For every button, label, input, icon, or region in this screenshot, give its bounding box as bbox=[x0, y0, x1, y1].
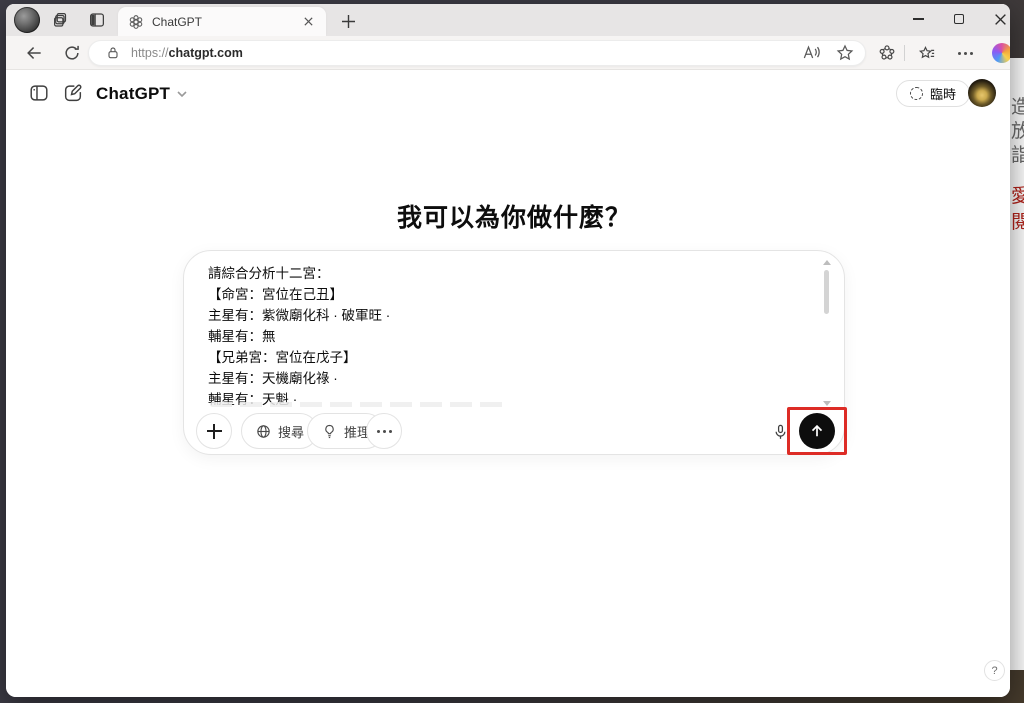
chatgpt-page: ChatGPT 臨時 我可以為你做什麼？ 請綜合分析十二宮：【命宮：宮位在己丑】… bbox=[6, 70, 1010, 697]
composer-input[interactable]: 請綜合分析十二宮：【命宮：宮位在己丑】主星有：紫微廟化科 · 破軍旺 ·輔星有：… bbox=[208, 263, 800, 410]
brand-label: ChatGPT bbox=[96, 84, 170, 104]
titlebar-profile-avatar[interactable] bbox=[14, 7, 40, 33]
minimize-icon bbox=[913, 18, 924, 19]
vertical-tabs-icon[interactable] bbox=[88, 11, 106, 29]
user-avatar[interactable] bbox=[968, 79, 996, 107]
copilot-icon[interactable] bbox=[992, 43, 1010, 63]
composer-text-line: 主星有：紫微廟化科 · 破軍旺 · bbox=[208, 305, 800, 326]
browser-tab-chatgpt[interactable]: ChatGPT bbox=[118, 7, 326, 36]
search-tool-label: 搜尋 bbox=[278, 422, 304, 441]
browser-toolbar: https://chatgpt.com bbox=[6, 36, 1010, 70]
read-aloud-icon[interactable] bbox=[801, 43, 821, 63]
window-close-button[interactable] bbox=[990, 4, 1010, 34]
chatgpt-favicon-icon bbox=[128, 14, 144, 30]
toolbar-divider bbox=[904, 45, 905, 61]
attach-button[interactable] bbox=[196, 413, 232, 449]
composer-text-line: 主星有：天機廟化祿 · bbox=[208, 368, 800, 389]
background-text-red: 愛閱 bbox=[1009, 184, 1024, 236]
lock-icon bbox=[105, 45, 121, 61]
extensions-icon[interactable] bbox=[878, 44, 896, 62]
help-label: ? bbox=[991, 665, 997, 677]
model-switcher[interactable]: ChatGPT bbox=[96, 81, 188, 107]
url-host: chatgpt.com bbox=[169, 46, 243, 60]
page-title: 我可以為你做什麼？ bbox=[183, 198, 845, 234]
favorite-star-icon[interactable] bbox=[835, 43, 855, 63]
collections-icon[interactable] bbox=[918, 44, 936, 62]
tab-title: ChatGPT bbox=[152, 15, 300, 29]
temporary-chat-label: 臨時 bbox=[930, 84, 956, 103]
window-minimize-button[interactable] bbox=[908, 4, 928, 34]
ellipsis-icon bbox=[377, 414, 392, 448]
composer-scroll-down-icon[interactable] bbox=[823, 401, 831, 406]
temporary-chat-icon bbox=[910, 87, 923, 100]
plus-icon bbox=[207, 424, 222, 439]
microphone-icon bbox=[771, 423, 790, 442]
composer-text-line: 【命宮：宮位在己丑】 bbox=[208, 284, 800, 305]
temporary-chat-button[interactable]: 臨時 bbox=[896, 80, 970, 107]
sidebar-toggle-icon[interactable] bbox=[28, 82, 50, 104]
dictate-button[interactable] bbox=[767, 419, 793, 445]
faded-text-line bbox=[210, 402, 510, 407]
address-bar[interactable]: https://chatgpt.com bbox=[88, 40, 866, 66]
composer-text-line: 【兄弟宮：宮位在戊子】 bbox=[208, 347, 800, 368]
composer-scroll-up-icon[interactable] bbox=[823, 260, 831, 265]
refresh-button[interactable] bbox=[62, 43, 82, 63]
more-tools-button[interactable] bbox=[366, 413, 402, 449]
browser-titlebar: ChatGPT bbox=[6, 4, 1010, 36]
composer-text-line: 請綜合分析十二宮： bbox=[208, 263, 800, 284]
browser-window: ChatGPT https://chatgpt.com bbox=[6, 4, 1010, 697]
send-arrow-icon bbox=[808, 422, 826, 440]
url-protocol: https:// bbox=[131, 46, 169, 60]
tab-close-icon[interactable] bbox=[300, 14, 316, 30]
chevron-down-icon bbox=[176, 88, 188, 100]
globe-icon bbox=[255, 423, 272, 440]
window-maximize-button[interactable] bbox=[949, 4, 969, 34]
send-button[interactable] bbox=[799, 413, 835, 449]
url-text: https://chatgpt.com bbox=[131, 46, 243, 60]
composer-card: 請綜合分析十二宮：【命宮：宮位在己丑】主星有：紫微廟化科 · 破軍旺 ·輔星有：… bbox=[183, 250, 845, 455]
background-window-sliver: 造放詣 愛閱 bbox=[1009, 58, 1024, 670]
composer-scrollbar-thumb[interactable] bbox=[824, 270, 829, 314]
help-button[interactable]: ? bbox=[984, 660, 1005, 681]
background-text-gray: 造放詣 bbox=[1009, 96, 1024, 168]
new-tab-button[interactable] bbox=[338, 11, 358, 31]
maximize-icon bbox=[954, 14, 964, 24]
back-button[interactable] bbox=[24, 43, 44, 63]
new-chat-icon[interactable] bbox=[62, 82, 84, 104]
workspaces-icon[interactable] bbox=[52, 11, 70, 29]
close-icon bbox=[994, 13, 1007, 26]
browser-settings-menu-icon[interactable] bbox=[956, 44, 974, 62]
composer-text-line: 輔星有：無 bbox=[208, 326, 800, 347]
lightbulb-icon bbox=[321, 423, 338, 440]
